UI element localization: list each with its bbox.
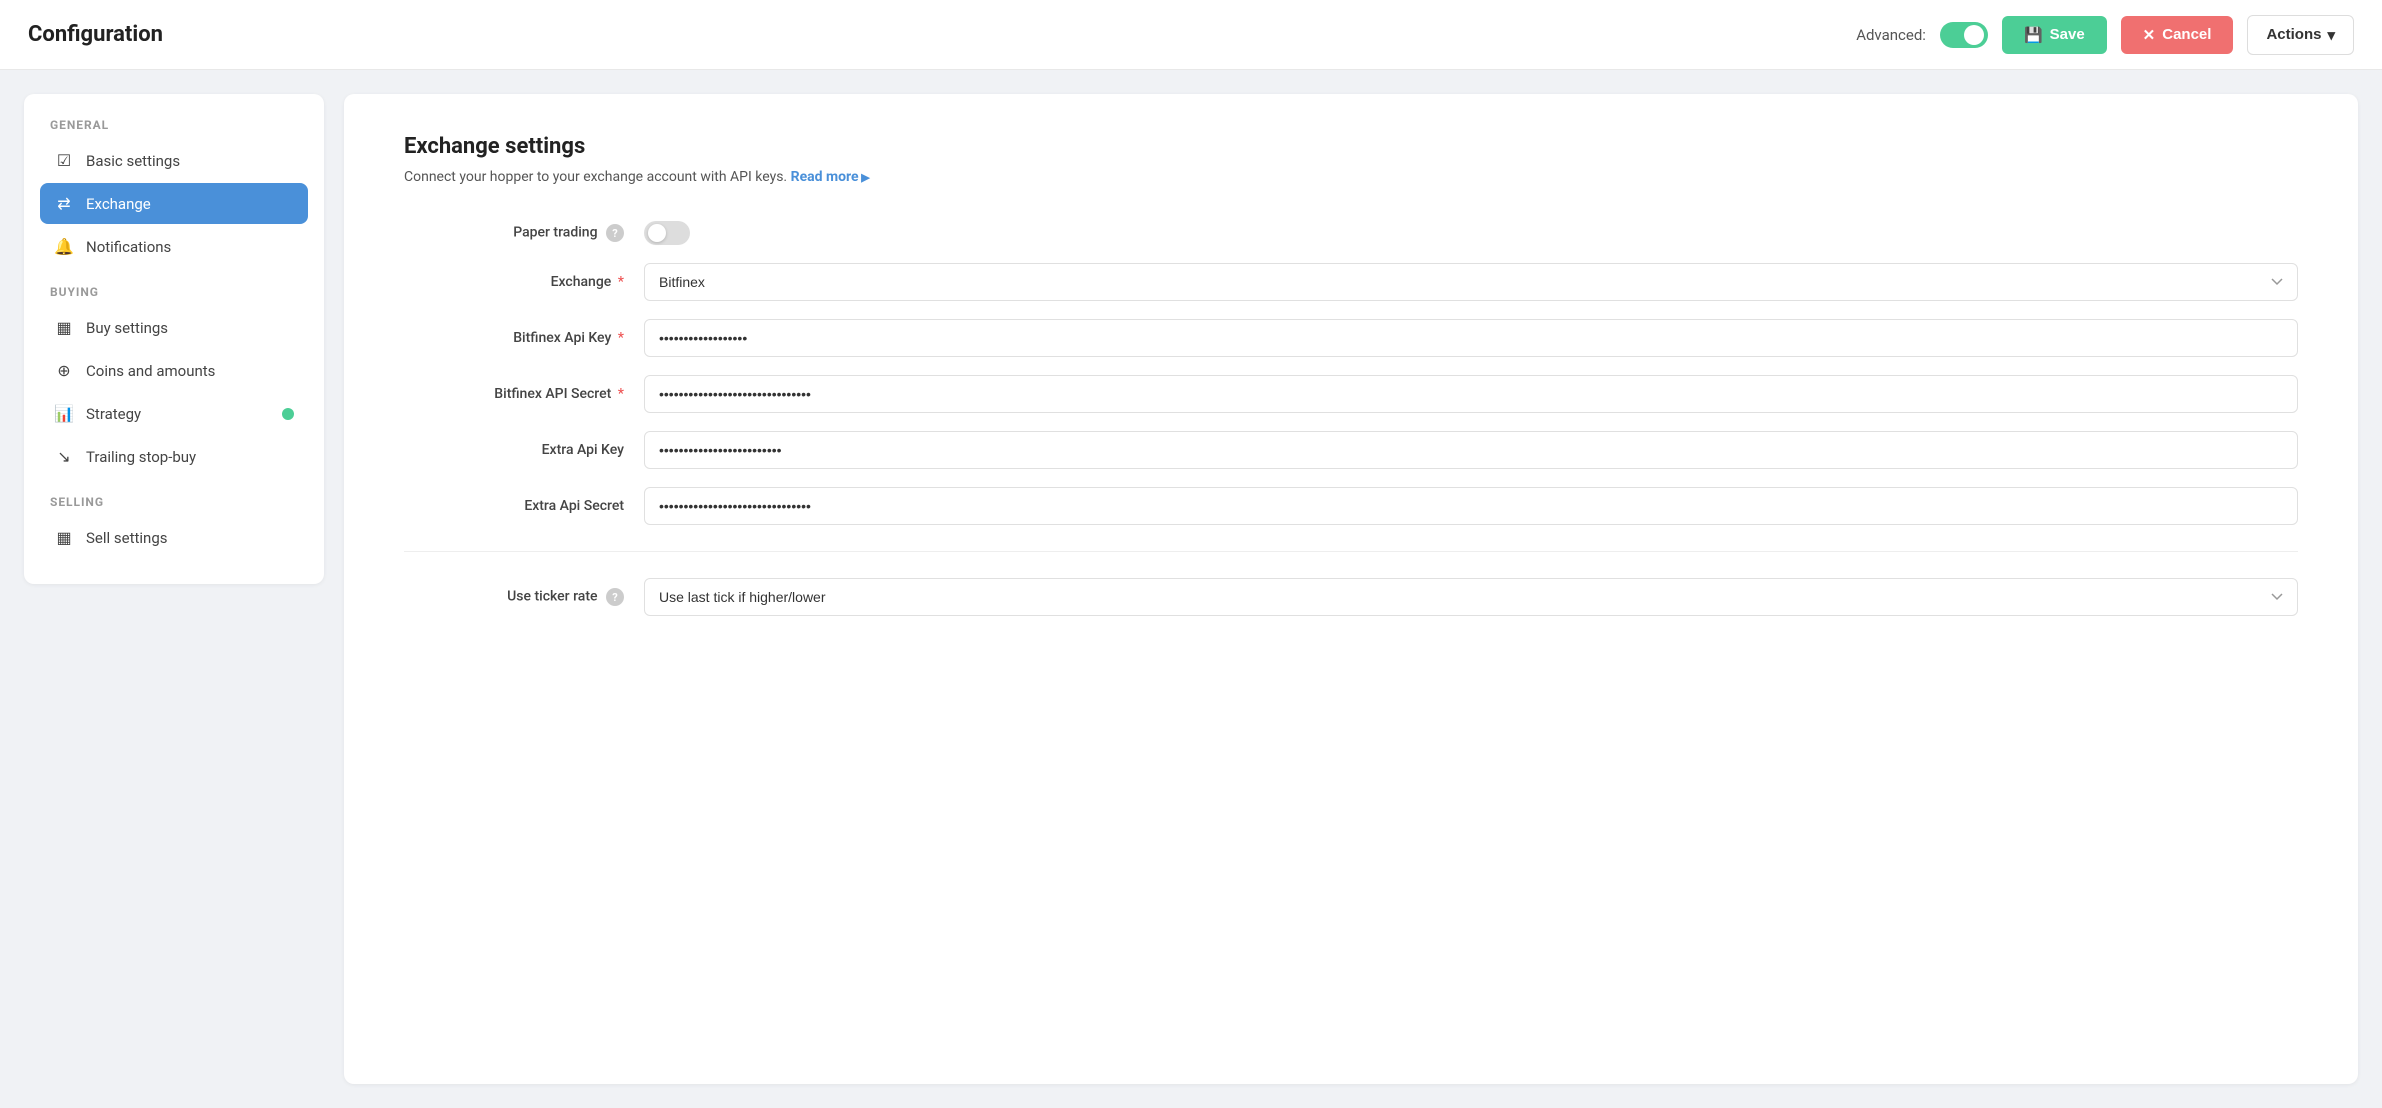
ticker-rate-label: Use ticker rate ?: [404, 588, 624, 606]
main-layout: GENERAL ☑ Basic settings ⇄ Exchange 🔔 No…: [0, 70, 2382, 1108]
sidebar-selling-label: SELLING: [40, 495, 308, 509]
api-secret-required-star: *: [618, 386, 624, 402]
read-more-link[interactable]: Read more: [791, 169, 870, 185]
save-icon: 💾: [2024, 26, 2043, 44]
content-area: Exchange settings Connect your hopper to…: [344, 94, 2358, 1084]
sidebar-item-label: Notifications: [86, 238, 171, 256]
paper-trading-toggle[interactable]: [644, 221, 690, 245]
sidebar-item-label: Exchange: [86, 195, 151, 213]
extra-api-secret-input[interactable]: [644, 487, 2298, 525]
cancel-icon: ✕: [2143, 26, 2156, 44]
sidebar-item-label: Strategy: [86, 405, 141, 423]
exchange-settings-subtitle: Connect your hopper to your exchange acc…: [404, 169, 2298, 185]
extra-api-secret-row: Extra Api Secret: [404, 487, 2298, 525]
api-key-control: [644, 319, 2298, 357]
bell-icon: 🔔: [54, 237, 74, 256]
api-secret-control: [644, 375, 2298, 413]
extra-api-secret-label: Extra Api Secret: [404, 498, 624, 514]
chevron-down-icon: ▾: [2327, 26, 2335, 44]
cancel-label: Cancel: [2162, 26, 2211, 43]
cancel-button[interactable]: ✕ Cancel: [2121, 16, 2234, 54]
checkbox-icon: ☑: [54, 151, 74, 170]
exchange-row: Exchange * Bitfinex Binance Kraken Coinb…: [404, 263, 2298, 301]
api-secret-label: Bitfinex API Secret *: [404, 386, 624, 402]
sidebar-item-coins-amounts[interactable]: ⊕ Coins and amounts: [40, 350, 308, 391]
strategy-icon: 📊: [54, 404, 74, 423]
exchange-icon: ⇄: [54, 194, 74, 213]
coins-icon: ⊕: [54, 361, 74, 380]
advanced-toggle-switch[interactable]: [1940, 22, 1988, 48]
extra-api-key-control: [644, 431, 2298, 469]
sidebar-item-label: Trailing stop-buy: [86, 448, 196, 466]
sidebar-item-label: Buy settings: [86, 319, 168, 337]
api-key-row: Bitfinex Api Key *: [404, 319, 2298, 357]
sidebar-general-label: GENERAL: [40, 118, 308, 132]
sidebar-item-strategy[interactable]: 📊 Strategy: [40, 393, 308, 434]
divider: [404, 551, 2298, 552]
extra-api-secret-control: [644, 487, 2298, 525]
exchange-select[interactable]: Bitfinex Binance Kraken Coinbase: [644, 263, 2298, 301]
exchange-required-star: *: [618, 274, 624, 290]
trailing-icon: ↘: [54, 447, 74, 466]
strategy-badge: [282, 408, 294, 420]
paper-trading-help-icon[interactable]: ?: [606, 224, 624, 242]
sidebar-item-label: Sell settings: [86, 529, 167, 547]
sidebar-item-buy-settings[interactable]: ▦ Buy settings: [40, 307, 308, 348]
exchange-field-label: Exchange *: [404, 274, 624, 290]
sidebar-item-label: Basic settings: [86, 152, 180, 170]
api-key-input[interactable]: [644, 319, 2298, 357]
sidebar-item-basic-settings[interactable]: ☑ Basic settings: [40, 140, 308, 181]
api-secret-row: Bitfinex API Secret *: [404, 375, 2298, 413]
page-title: Configuration: [28, 22, 163, 47]
ticker-rate-row: Use ticker rate ? Use last tick if highe…: [404, 578, 2298, 616]
paper-trading-row: Paper trading ?: [404, 221, 2298, 245]
save-label: Save: [2050, 26, 2085, 43]
sidebar-item-label: Coins and amounts: [86, 362, 215, 380]
subtitle-text: Connect your hopper to your exchange acc…: [404, 169, 787, 185]
sidebar: GENERAL ☑ Basic settings ⇄ Exchange 🔔 No…: [24, 94, 324, 584]
exchange-settings-title: Exchange settings: [404, 134, 2298, 159]
ticker-rate-select[interactable]: Use last tick if higher/lower Always use…: [644, 578, 2298, 616]
header: Configuration Advanced: 💾 Save ✕ Cancel …: [0, 0, 2382, 70]
extra-api-key-label: Extra Api Key: [404, 442, 624, 458]
header-actions: Advanced: 💾 Save ✕ Cancel Actions ▾: [1856, 15, 2354, 55]
api-secret-input[interactable]: [644, 375, 2298, 413]
actions-button[interactable]: Actions ▾: [2247, 15, 2354, 55]
sidebar-buying-label: BUYING: [40, 285, 308, 299]
paper-trading-control: [644, 221, 2298, 245]
sidebar-item-exchange[interactable]: ⇄ Exchange: [40, 183, 308, 224]
actions-label: Actions: [2266, 26, 2321, 43]
sidebar-item-sell-settings[interactable]: ▦ Sell settings: [40, 517, 308, 558]
ticker-rate-control: Use last tick if higher/lower Always use…: [644, 578, 2298, 616]
ticker-rate-help-icon[interactable]: ?: [606, 588, 624, 606]
api-key-required-star: *: [618, 330, 624, 346]
paper-trading-label: Paper trading ?: [404, 224, 624, 242]
exchange-control: Bitfinex Binance Kraken Coinbase: [644, 263, 2298, 301]
extra-api-key-row: Extra Api Key: [404, 431, 2298, 469]
sidebar-item-trailing-stop-buy[interactable]: ↘ Trailing stop-buy: [40, 436, 308, 477]
sell-settings-icon: ▦: [54, 528, 74, 547]
advanced-label: Advanced:: [1856, 26, 1926, 44]
buy-settings-icon: ▦: [54, 318, 74, 337]
api-key-label: Bitfinex Api Key *: [404, 330, 624, 346]
extra-api-key-input[interactable]: [644, 431, 2298, 469]
advanced-toggle[interactable]: [1940, 22, 1988, 48]
sidebar-item-notifications[interactable]: 🔔 Notifications: [40, 226, 308, 267]
save-button[interactable]: 💾 Save: [2002, 16, 2107, 54]
